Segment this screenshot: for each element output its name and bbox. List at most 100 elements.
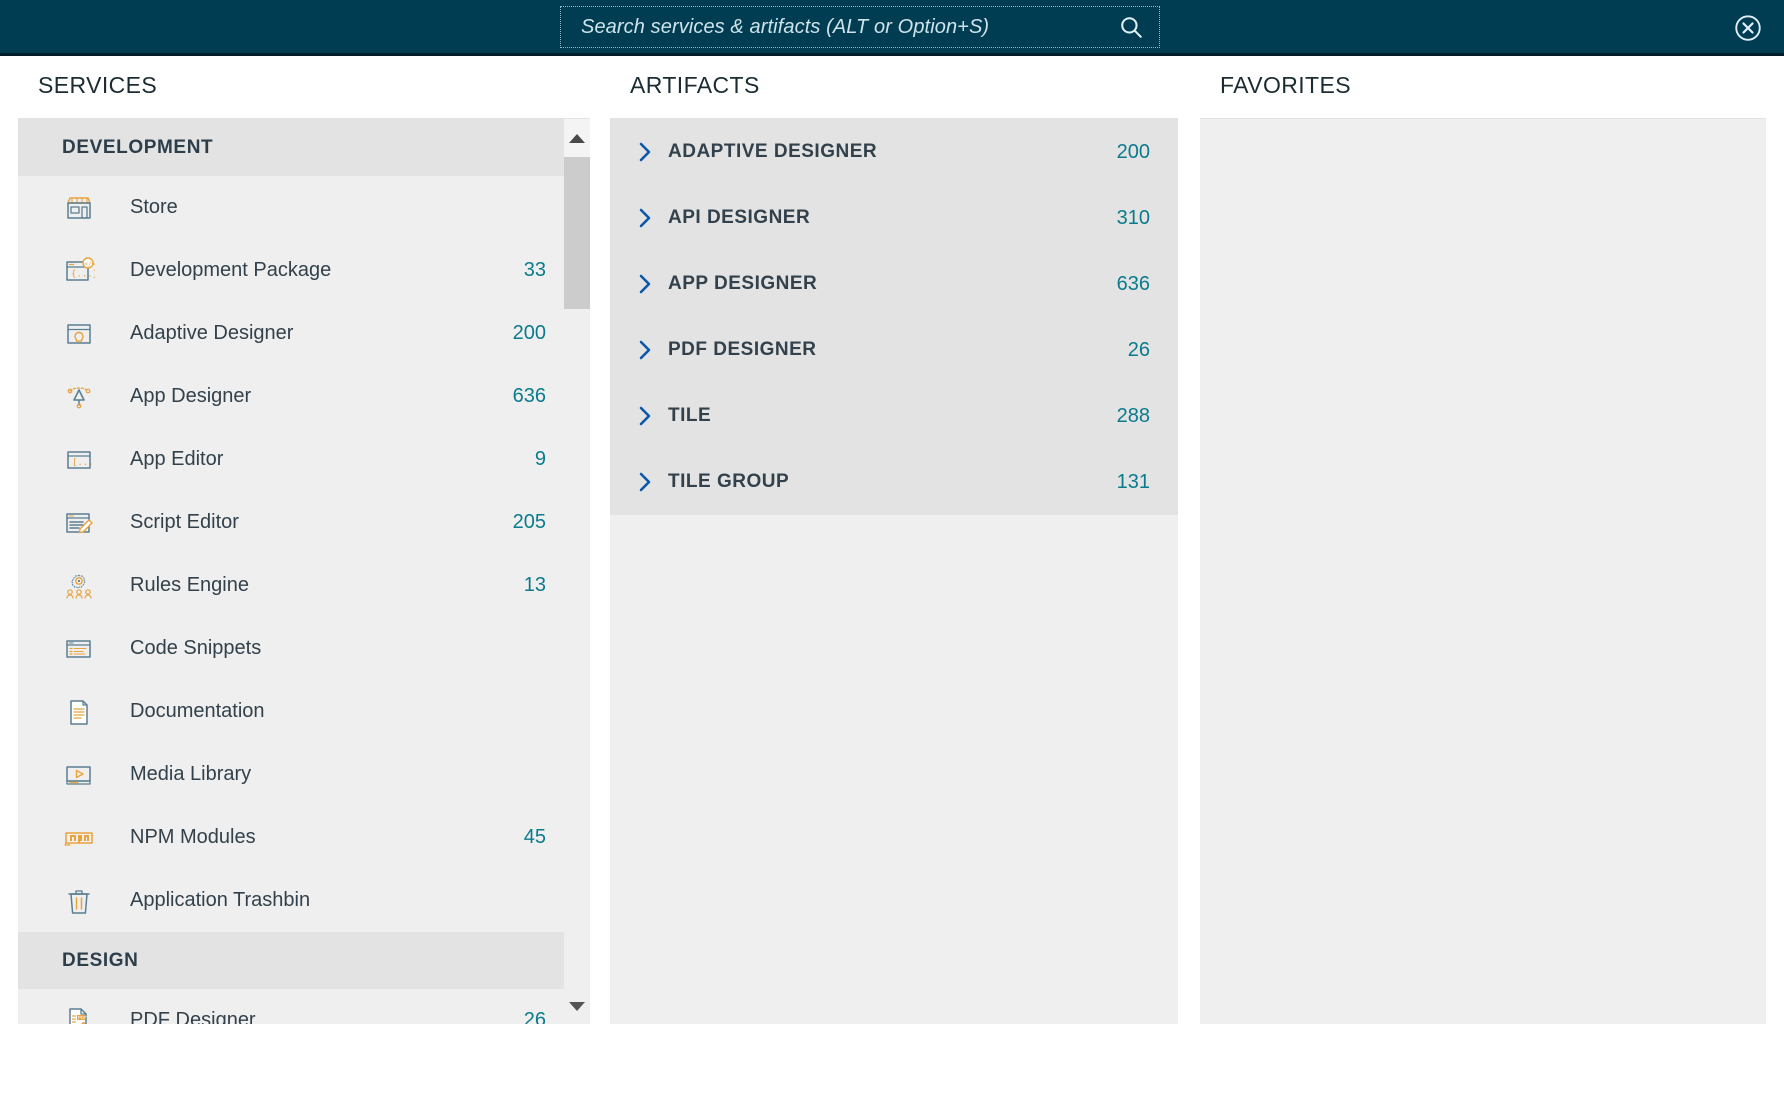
chevron-right-icon[interactable]: [628, 207, 662, 229]
trashbin-icon: [62, 884, 96, 918]
artifact-item-label: PDF DESIGNER: [668, 339, 817, 360]
service-item-count: 636: [512, 385, 546, 407]
service-item-documentation[interactable]: Documentation: [18, 680, 590, 743]
service-item-label: Code Snippets: [130, 637, 262, 659]
service-item-count: 33: [523, 259, 546, 281]
service-item-media-library[interactable]: Media Library: [18, 743, 590, 806]
store-icon: [62, 191, 96, 225]
artifact-item-label: APP DESIGNER: [668, 273, 818, 294]
app-designer-icon: [62, 380, 96, 414]
artifact-item-count: 131: [1116, 470, 1150, 493]
close-button[interactable]: [1728, 8, 1768, 48]
favorites-column: FAVORITES: [1200, 56, 1766, 1024]
service-item-label: Rules Engine: [130, 574, 249, 596]
service-item-label: PDF Designer: [130, 1009, 256, 1024]
service-item-label: Development Package: [130, 259, 332, 281]
service-item-label: Store: [130, 196, 178, 218]
service-item-count: 205: [512, 511, 546, 533]
service-item-label: App Designer: [130, 385, 252, 407]
services-list: DEVELOPMENT Store {...}</> Development Pack…: [18, 119, 590, 1024]
scroll-up-button[interactable]: [564, 119, 590, 157]
services-column-title: SERVICES: [38, 72, 158, 98]
service-item-application-trashbin[interactable]: Application Trashbin: [18, 869, 590, 932]
service-item-adaptive-designer[interactable]: Adaptive Designer 200: [18, 302, 590, 365]
service-item-script-editor[interactable]: Script Editor 205: [18, 491, 590, 554]
service-item-app-designer[interactable]: App Designer 636: [18, 365, 590, 428]
search-icon: [1121, 17, 1142, 38]
service-item-label: Media Library: [130, 763, 252, 785]
columns-container: SERVICES DEVELOPMENT Store {...}</> Develop…: [0, 56, 1784, 1105]
favorites-panel: [1200, 118, 1766, 1024]
service-item-count: 26: [523, 1009, 546, 1024]
artifact-item-tile[interactable]: TILE 288: [610, 383, 1178, 449]
chevron-right-icon[interactable]: [628, 273, 662, 295]
services-column: SERVICES DEVELOPMENT Store {...}</> Develop…: [18, 56, 590, 1024]
chevron-right-icon[interactable]: [628, 141, 662, 163]
artifacts-panel: ADAPTIVE DESIGNER 200 API DESIGNER 310 APP D…: [610, 118, 1178, 1024]
artifact-item-count: 636: [1116, 272, 1150, 295]
artifact-item-count: 288: [1116, 404, 1150, 427]
artifact-item-count: 26: [1127, 338, 1150, 361]
service-item-label: Documentation: [130, 700, 265, 722]
favorites-column-title: FAVORITES: [1220, 72, 1351, 98]
service-item-pdf-designer[interactable]: PDF PDF Designer 26: [18, 989, 590, 1024]
artifact-item-label: TILE: [668, 405, 712, 426]
svg-text:PDF: PDF: [78, 1015, 87, 1020]
service-item-label: App Editor: [130, 448, 224, 470]
service-item-count: 200: [512, 322, 546, 344]
scrollbar-thumb[interactable]: [564, 157, 590, 309]
service-item-store[interactable]: Store: [18, 176, 590, 239]
development-package-icon: {...}</>: [62, 254, 96, 288]
service-item-rules-engine[interactable]: Rules Engine 13: [18, 554, 590, 617]
rules-engine-icon: [62, 569, 96, 603]
chevron-right-icon[interactable]: [628, 471, 662, 493]
service-item-app-editor[interactable]: [...] App Editor 9: [18, 428, 590, 491]
artifact-item-label: TILE GROUP: [668, 471, 790, 492]
search-box[interactable]: [560, 6, 1160, 48]
artifact-item-api-designer[interactable]: API DESIGNER 310: [610, 185, 1178, 251]
search-button[interactable]: [1103, 7, 1159, 47]
services-group-header[interactable]: DESIGN: [18, 932, 590, 989]
artifact-item-count: 310: [1116, 206, 1150, 229]
search-input[interactable]: [561, 7, 1103, 47]
code-snippets-icon: [62, 632, 96, 666]
service-item-npm-modules[interactable]: NPM Modules 45: [18, 806, 590, 869]
script-editor-icon: [62, 506, 96, 540]
svg-text:[...]: [...]: [72, 458, 95, 468]
artifact-item-adaptive-designer[interactable]: ADAPTIVE DESIGNER 200: [610, 119, 1178, 185]
top-toolbar: [0, 0, 1784, 56]
chevron-right-icon[interactable]: [628, 339, 662, 361]
artifact-item-pdf-designer[interactable]: PDF DESIGNER 26: [610, 317, 1178, 383]
service-item-count: 9: [534, 448, 546, 470]
artifact-item-tile-group[interactable]: TILE GROUP 131: [610, 449, 1178, 515]
service-item-label: Application Trashbin: [130, 889, 311, 911]
documentation-icon: [62, 695, 96, 729]
artifact-item-label: ADAPTIVE DESIGNER: [668, 141, 878, 162]
service-item-count: 45: [523, 826, 546, 848]
services-panel: DEVELOPMENT Store {...}</> Development Pack…: [18, 118, 590, 1024]
service-item-count: 13: [523, 574, 546, 596]
app-editor-icon: [...]: [62, 443, 96, 477]
service-item-code-snippets[interactable]: Code Snippets: [18, 617, 590, 680]
artifact-item-count: 200: [1116, 140, 1150, 163]
svg-text:{...}: {...}: [71, 269, 95, 279]
artifacts-column: ARTIFACTS ADAPTIVE DESIGNER 200 API DESIGN…: [610, 56, 1178, 1024]
chevron-up-icon: [569, 133, 585, 143]
npm-modules-icon: [62, 821, 96, 855]
services-scrollbar[interactable]: [564, 119, 590, 1024]
artifact-item-label: API DESIGNER: [668, 207, 811, 228]
chevron-right-icon[interactable]: [628, 405, 662, 427]
pdf-designer-icon: PDF: [62, 1004, 96, 1024]
adaptive-designer-icon: [62, 317, 96, 351]
media-library-icon: [62, 758, 96, 792]
artifact-item-app-designer[interactable]: APP DESIGNER 636: [610, 251, 1178, 317]
service-item-label: Script Editor: [130, 511, 239, 533]
service-item-label: NPM Modules: [130, 826, 256, 848]
chevron-down-icon: [569, 1001, 585, 1011]
close-circle-icon: [1735, 15, 1761, 41]
artifacts-list: ADAPTIVE DESIGNER 200 API DESIGNER 310 APP D…: [610, 119, 1178, 515]
scroll-down-button[interactable]: [564, 987, 590, 1024]
service-item-development-package[interactable]: {...}</> Development Package 33: [18, 239, 590, 302]
service-item-label: Adaptive Designer: [130, 322, 294, 344]
services-group-header[interactable]: DEVELOPMENT: [18, 119, 590, 176]
